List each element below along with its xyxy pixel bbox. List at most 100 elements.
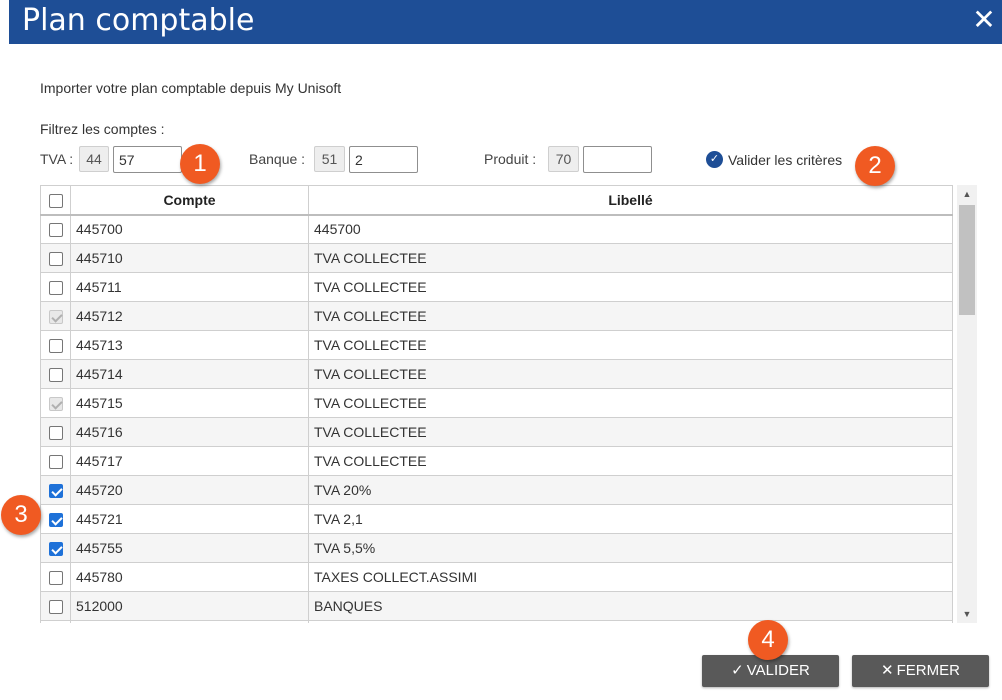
row-checkbox-cell bbox=[40, 562, 71, 592]
fermer-label: FERMER bbox=[896, 662, 960, 679]
compte-cell: 445711 bbox=[70, 272, 309, 302]
table-row[interactable]: 445721 TVA 2,1 bbox=[40, 504, 953, 534]
compte-cell: 445720 bbox=[70, 475, 309, 505]
libelle-cell: TVA COLLECTEE bbox=[308, 301, 953, 331]
fermer-button[interactable]: ✕ FERMER bbox=[852, 655, 989, 687]
libelle-cell: TVA COLLECTEE bbox=[308, 446, 953, 476]
libelle-cell: TVA 2,1 bbox=[308, 504, 953, 534]
libelle-cell: 445700 bbox=[308, 214, 953, 244]
table-row[interactable]: 445700 445700 bbox=[40, 214, 953, 244]
libelle-cell bbox=[308, 620, 953, 623]
libelle-cell: TAXES COLLECT.ASSIMI bbox=[308, 562, 953, 592]
compte-cell: 445715 bbox=[70, 388, 309, 418]
produit-label: Produit : bbox=[484, 151, 537, 167]
close-icon[interactable]: ✕ bbox=[970, 2, 998, 38]
scroll-down-icon[interactable]: ▼ bbox=[957, 605, 977, 623]
row-checkbox[interactable] bbox=[48, 484, 63, 499]
libelle-cell: TVA COLLECTEE bbox=[308, 359, 953, 389]
accounts-table: Compte Libellé 445700 445700 445710 TVA COL… bbox=[40, 185, 953, 623]
tva-input[interactable] bbox=[113, 146, 182, 173]
dialog-title-bar: Plan comptable ✕ bbox=[9, 0, 1002, 44]
scroll-thumb[interactable] bbox=[959, 205, 975, 315]
table-row[interactable]: 445716 TVA COLLECTEE bbox=[40, 417, 953, 447]
validate-criteria-label: Valider les critères bbox=[728, 151, 843, 168]
check-circle-icon: ✓ bbox=[706, 151, 723, 168]
table-row[interactable]: 512000 BANQUES bbox=[40, 591, 953, 621]
row-checkbox-cell bbox=[40, 504, 71, 534]
row-checkbox[interactable] bbox=[48, 513, 63, 528]
row-checkbox[interactable] bbox=[48, 542, 63, 557]
banque-prefix: 51 bbox=[314, 146, 345, 172]
compte-cell: 445755 bbox=[70, 533, 309, 563]
column-header-libelle[interactable]: Libellé bbox=[308, 185, 953, 216]
banque-label: Banque : bbox=[249, 151, 306, 167]
row-checkbox[interactable] bbox=[48, 252, 63, 267]
table-row[interactable] bbox=[40, 620, 953, 623]
libelle-cell: TVA 20% bbox=[308, 475, 953, 505]
row-checkbox[interactable] bbox=[48, 339, 63, 354]
table-row[interactable]: 445714 TVA COLLECTEE bbox=[40, 359, 953, 389]
table-row[interactable]: 445717 TVA COLLECTEE bbox=[40, 446, 953, 476]
compte-cell: 445700 bbox=[70, 214, 309, 244]
row-checkbox-cell bbox=[40, 214, 71, 244]
compte-cell: 445714 bbox=[70, 359, 309, 389]
row-checkbox-cell bbox=[40, 330, 71, 360]
row-checkbox-cell bbox=[40, 272, 71, 302]
row-checkbox[interactable] bbox=[48, 368, 63, 383]
vertical-scrollbar[interactable]: ▲ ▼ bbox=[957, 185, 977, 623]
table-row[interactable]: 445711 TVA COLLECTEE bbox=[40, 272, 953, 302]
compte-cell: 445713 bbox=[70, 330, 309, 360]
row-checkbox-cell bbox=[40, 359, 71, 389]
row-checkbox[interactable] bbox=[48, 281, 63, 296]
produit-prefix: 70 bbox=[548, 146, 579, 172]
libelle-cell: TVA COLLECTEE bbox=[308, 243, 953, 273]
row-checkbox-cell bbox=[40, 417, 71, 447]
compte-cell: 512000 bbox=[70, 591, 309, 621]
compte-cell: 445710 bbox=[70, 243, 309, 273]
row-checkbox[interactable] bbox=[48, 600, 63, 615]
annotation-badge-3: 3 bbox=[1, 495, 41, 535]
scroll-up-icon[interactable]: ▲ bbox=[957, 185, 977, 203]
column-header-compte[interactable]: Compte bbox=[70, 185, 309, 216]
table-row[interactable]: 445780 TAXES COLLECT.ASSIMI bbox=[40, 562, 953, 592]
table-row[interactable]: 445710 TVA COLLECTEE bbox=[40, 243, 953, 273]
row-checkbox[interactable] bbox=[48, 223, 63, 238]
libelle-cell: BANQUES bbox=[308, 591, 953, 621]
compte-cell: 445712 bbox=[70, 301, 309, 331]
row-checkbox-cell bbox=[40, 591, 71, 621]
row-checkbox-cell bbox=[40, 620, 71, 623]
annotation-badge-4: 4 bbox=[748, 620, 788, 660]
row-checkbox-cell bbox=[40, 243, 71, 273]
compte-cell: 445721 bbox=[70, 504, 309, 534]
produit-input[interactable] bbox=[583, 146, 652, 173]
table-header-row: Compte Libellé bbox=[40, 185, 953, 216]
banque-input[interactable] bbox=[349, 146, 418, 173]
libelle-cell: TVA COLLECTEE bbox=[308, 272, 953, 302]
compte-cell bbox=[70, 620, 309, 623]
table-row[interactable]: 445712 TVA COLLECTEE bbox=[40, 301, 953, 331]
table-row[interactable]: 445720 TVA 20% bbox=[40, 475, 953, 505]
row-checkbox-cell bbox=[40, 533, 71, 563]
accounts-grid: Compte Libellé 445700 445700 445710 TVA COL… bbox=[40, 185, 977, 623]
row-checkbox[interactable] bbox=[48, 571, 63, 586]
libelle-cell: TVA 5,5% bbox=[308, 533, 953, 563]
table-row[interactable]: 445755 TVA 5,5% bbox=[40, 533, 953, 563]
compte-cell: 445780 bbox=[70, 562, 309, 592]
row-checkbox bbox=[48, 397, 63, 412]
select-all-cell bbox=[40, 185, 71, 216]
libelle-cell: TVA COLLECTEE bbox=[308, 330, 953, 360]
intro-text: Importer votre plan comptable depuis My … bbox=[40, 80, 342, 96]
row-checkbox-cell bbox=[40, 301, 71, 331]
table-row[interactable]: 445713 TVA COLLECTEE bbox=[40, 330, 953, 360]
annotation-badge-1: 1 bbox=[180, 144, 220, 184]
validate-criteria-button[interactable]: ✓ Valider les critères bbox=[706, 151, 842, 168]
row-checkbox[interactable] bbox=[48, 426, 63, 441]
row-checkbox-cell bbox=[40, 475, 71, 505]
select-all-checkbox[interactable] bbox=[48, 193, 63, 208]
compte-cell: 445717 bbox=[70, 446, 309, 476]
row-checkbox[interactable] bbox=[48, 455, 63, 470]
row-checkbox bbox=[48, 310, 63, 325]
tva-label: TVA : bbox=[40, 151, 74, 167]
dialog-title: Plan comptable bbox=[22, 3, 255, 38]
table-row[interactable]: 445715 TVA COLLECTEE bbox=[40, 388, 953, 418]
